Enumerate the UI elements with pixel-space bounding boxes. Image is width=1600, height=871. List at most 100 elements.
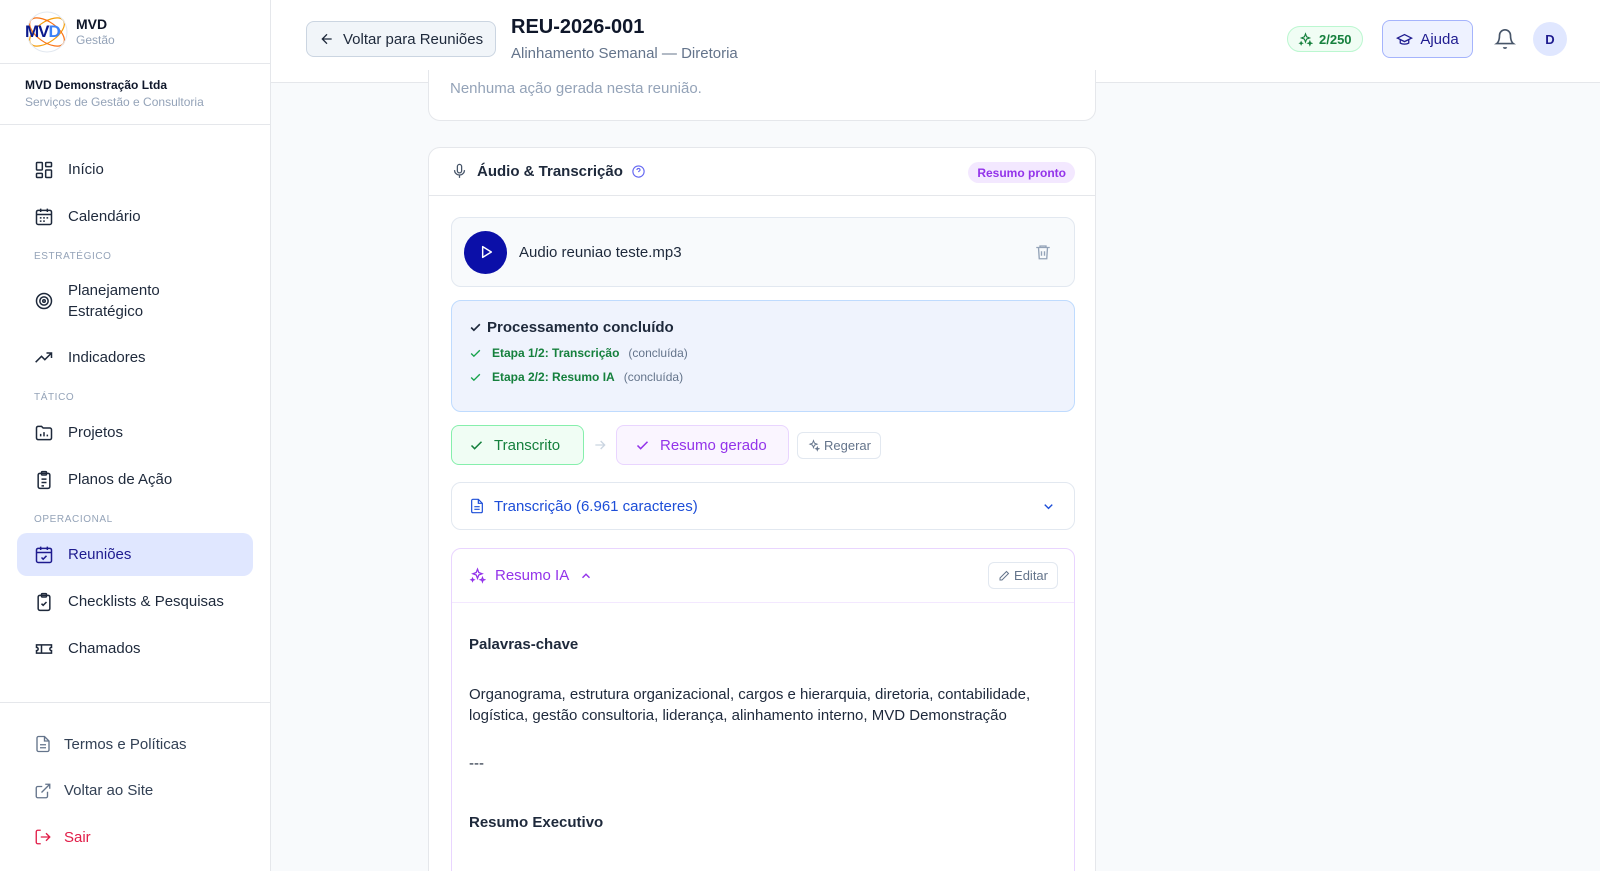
nav-item-checklists[interactable]: Checklists & Pesquisas [17,580,253,623]
document-icon [36,736,50,753]
nav-item-projetos[interactable]: Projetos [17,411,253,454]
back-to-meetings-button[interactable]: Voltar para Reuniões [306,21,497,57]
nav-label-planos: Planos de Ação [68,471,173,488]
calendar-check-icon [35,546,53,563]
sidebar-footer: Termos e Políticas Voltar ao Site Sair [0,702,271,861]
nav-item-inicio[interactable]: Início [17,148,253,191]
nav-item-chamados[interactable]: Chamados [17,627,253,670]
logo-text: MVD [25,21,61,41]
arrow-left-icon [321,33,332,45]
ticket-icon [35,643,53,654]
footer-label-termos: Termos e Políticas [64,735,187,753]
regenerate-label: Regerar [824,438,871,453]
chevron-up-icon [582,572,591,578]
audio-card-header: Áudio & Transcrição Resumo pronto [429,148,1095,196]
ai-credits-badge[interactable]: 2/250 [1287,26,1363,52]
page-title: REU-2026-001 [511,16,645,38]
graduation-cap-icon [1396,33,1414,45]
document-text-icon [471,498,483,514]
step-status: (concluída) [623,370,684,384]
footer-item-voltar-site[interactable]: Voltar ao Site [17,768,271,815]
brand[interactable]: MVD MVD Gestão [0,0,270,64]
transcription-accordion[interactable]: Transcrição (6.961 caracteres) [451,482,1075,530]
org-subtitle: Serviços de Gestão e Consultoria [25,95,204,109]
ai-summary-content: Palavras-chave Organograma, estrutura or… [452,603,1074,834]
markdown-separator: --- [469,754,484,772]
nav-label-projetos: Projetos [68,424,124,441]
bell-icon[interactable] [1494,28,1516,50]
check-icon [470,373,481,381]
sparkles-icon [469,567,486,584]
footer-label-sair: Sair [64,828,91,846]
section-label-operacional: OPERACIONAL [34,514,113,525]
nav-label-checklists: Checklists & Pesquisas [68,593,224,610]
sidebar: MVD MVD Gestão MVD Demonstração Ltda Ser… [0,0,271,871]
processing-step: Etapa 1/2: Transcrição (concluída) [469,346,1074,360]
play-icon [481,245,492,259]
ai-summary-header[interactable]: Resumo IA Editar [452,549,1074,603]
nav-label-inicio: Início [68,161,104,178]
nav-item-planejamento[interactable]: Planejamento Estratégico [17,270,253,332]
processing-status-panel: Processamento concluído Etapa 1/2: Trans… [451,300,1075,412]
dashboard-icon [35,161,53,178]
back-button-label: Voltar para Reuniões [343,30,484,48]
clipboard-list-icon [37,470,51,489]
check-icon [470,349,481,357]
help-button-label: Ajuda [1420,30,1459,48]
folder-chart-icon [35,425,53,440]
transcription-label: Transcrição (6.961 caracteres) [494,497,698,515]
microphone-icon [453,163,466,178]
section-label-tatico: TÁTICO [34,392,75,403]
page-title-block: REU-2026-001 Alinhamento Semanal — Diret… [511,16,738,62]
nav-label-planejamento-1: Planejamento [68,282,160,299]
ai-summary-panel: Resumo IA Editar Palavras-chave Organogr… [451,548,1075,871]
sparkles-icon [1298,31,1313,47]
edit-summary-button[interactable]: Editar [988,562,1058,589]
processing-title-text: Processamento concluído [487,319,674,336]
nav-item-reunioes[interactable]: Reuniões [17,533,253,576]
play-button[interactable] [464,230,507,274]
logo: MVD [24,9,70,55]
external-link-icon [35,783,51,799]
avatar[interactable]: D [1533,22,1567,56]
brand-name: MVD [76,16,108,32]
regenerate-button[interactable]: Regerar [797,432,881,459]
step-status: (concluída) [628,346,688,360]
org-name: MVD Demonstração Ltda [25,78,168,92]
check-icon [636,440,649,450]
arrow-right-icon [595,440,606,450]
org-info[interactable]: MVD Demonstração Ltda Serviços de Gestão… [0,64,270,125]
summary-ready-badge: Resumo pronto [968,162,1075,183]
section-label-estrategico: ESTRATÉGICO [34,251,112,262]
clipboard-check-icon [37,592,51,611]
chevron-down-icon [1044,504,1053,510]
transcribed-label: Transcrito [494,436,561,454]
trash-icon[interactable] [1034,243,1052,261]
footer-item-termos[interactable]: Termos e Políticas [17,721,271,768]
nav-item-calendario[interactable]: Calendário [17,195,253,238]
audio-player: Audio reuniao teste.mp3 [451,217,1075,287]
trending-up-icon [35,351,53,363]
nav-label-indicadores: Indicadores [68,349,146,366]
no-actions-text: Nenhuma ação gerada nesta reunião. [450,80,702,97]
keywords-text: Organograma, estrutura organizacional, c… [469,685,1031,725]
ai-credits-count: 2/250 [1319,31,1352,47]
summary-generated-pill: Resumo gerado [616,425,789,465]
edit-label: Editar [1014,568,1048,583]
nav-item-planos[interactable]: Planos de Ação [17,458,253,501]
executive-summary-heading: Resumo Executivo [469,814,604,831]
help-button[interactable]: Ajuda [1382,20,1473,58]
page-subtitle: Alinhamento Semanal — Diretoria [511,45,738,62]
nav-item-indicadores[interactable]: Indicadores [17,336,253,379]
processing-step: Etapa 2/2: Resumo IA (concluída) [469,370,1074,384]
sparkles-icon [808,439,820,452]
nav-label-reunioes: Reuniões [68,546,132,563]
nav-label-chamados: Chamados [68,640,141,657]
logout-icon [35,829,51,845]
footer-item-sair[interactable]: Sair [17,814,271,861]
keywords-heading: Palavras-chave [469,636,579,653]
audio-file-name: Audio reuniao teste.mp3 [519,243,682,261]
summary-generated-label: Resumo gerado [660,436,767,454]
step-label: Etapa 1/2: Transcrição [492,346,620,360]
help-circle-icon[interactable] [631,164,646,179]
